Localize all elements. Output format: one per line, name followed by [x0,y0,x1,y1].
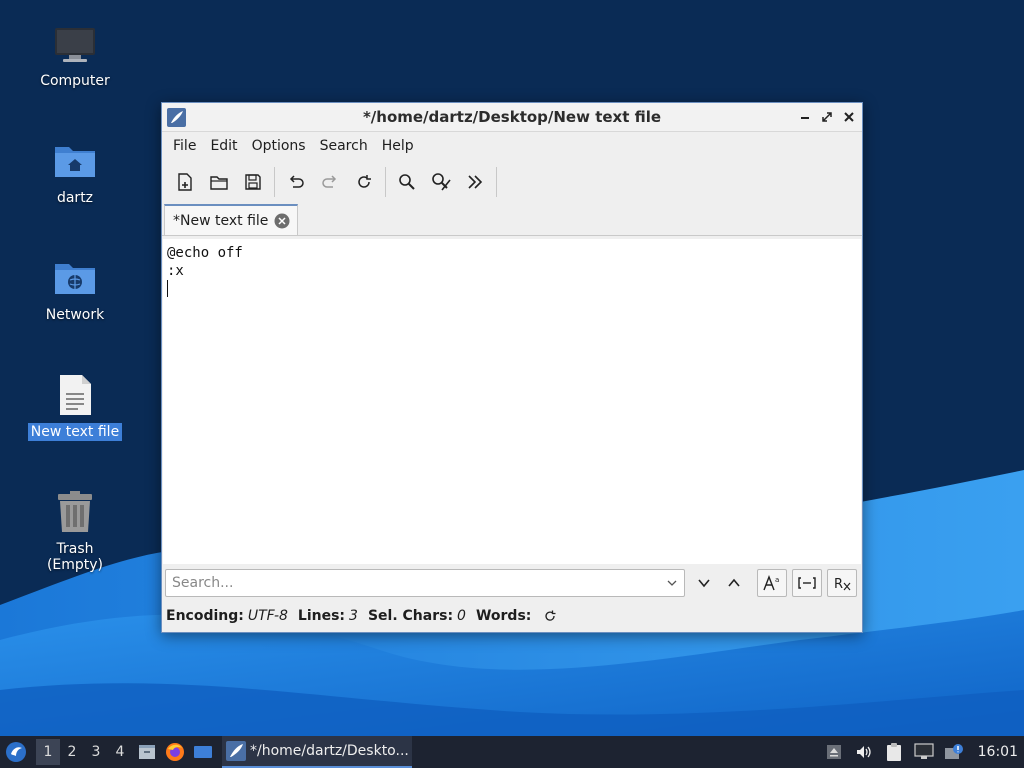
save-icon[interactable] [236,165,270,199]
find-icon[interactable] [390,165,424,199]
featherpad-app-icon [167,108,186,127]
text-editor-window: */home/dartz/Desktop/New text file File … [161,102,863,633]
system-tray: 16:01 [816,736,1024,768]
editor-line: @echo off [167,245,243,261]
desktop-icon-label: dartz [56,190,94,206]
new-document-icon[interactable] [168,165,202,199]
workspace-1[interactable]: 1 [36,739,60,765]
menu-edit[interactable]: Edit [203,134,244,158]
more-icon[interactable] [458,165,492,199]
toolbar-separator [496,167,497,197]
home-folder-icon [51,137,99,185]
match-case-icon[interactable]: a [757,569,787,597]
network-folder-icon [51,254,99,302]
workspace-4[interactable]: 4 [108,744,132,760]
toolbar-separator [274,167,275,197]
menu-bar: File Edit Options Search Help [162,132,862,160]
undo-icon[interactable] [279,165,313,199]
search-combobox[interactable] [165,569,685,597]
updates-icon[interactable] [942,740,966,764]
open-folder-icon[interactable] [202,165,236,199]
reload-icon[interactable] [347,165,381,199]
desktop-icon-home[interactable]: dartz [25,137,125,207]
close-tab-icon[interactable] [274,213,290,229]
minimize-icon[interactable] [796,108,814,126]
lines-value: 3 [349,608,358,624]
network-status-icon[interactable] [912,740,936,764]
editor-line-current [167,280,857,298]
tab-label: *New text file [173,212,269,229]
desktop-icon-label: Computer [40,73,110,89]
search-bar: a R [165,568,859,598]
editor-line: :x [167,263,184,279]
clock[interactable]: 16:01 [978,744,1018,760]
chevron-down-icon[interactable] [666,577,678,589]
workspace-3[interactable]: 3 [84,744,108,760]
sel-chars-value: 0 [457,608,466,624]
window-title: */home/dartz/Desktop/New text file [362,108,662,126]
desktop-icon-label: New text file [27,423,123,441]
text-cursor [167,280,168,297]
desktop-icon-new-text-file[interactable]: New text file [25,371,125,441]
maximize-icon[interactable] [818,108,836,126]
firefox-icon[interactable] [162,739,188,765]
menu-help[interactable]: Help [375,134,421,158]
desktop-icon-computer[interactable]: Computer [25,20,125,90]
desktop-show-icon[interactable] [190,739,216,765]
tab-new-text-file[interactable]: *New text file [164,204,299,235]
desktop-icon-trash[interactable]: Trash (Empty) [25,488,125,574]
taskbar: 1 2 3 4 */home/dartz/Deskto... 16:01 [0,736,1024,768]
desktop-icon-label: Trash (Empty) [46,541,104,573]
status-bar: Encoding: UTF-8 Lines: 3 Sel. Chars: 0 W… [166,605,557,627]
file-manager-icon[interactable] [134,739,160,765]
toolbar-separator [385,167,386,197]
close-icon[interactable] [840,108,858,126]
text-file-icon [51,371,99,419]
volume-icon[interactable] [852,740,876,764]
menu-options[interactable]: Options [245,134,313,158]
find-previous-icon[interactable] [719,569,749,597]
start-menu-icon[interactable] [2,738,30,766]
svg-text:a: a [775,576,779,584]
text-editor-area[interactable]: @echo off :x [163,239,861,564]
clipboard-icon[interactable] [882,740,906,764]
whole-word-icon[interactable] [792,569,822,597]
encoding-value[interactable]: UTF-8 [248,608,288,624]
regex-icon[interactable]: R [827,569,857,597]
redo-icon[interactable] [313,165,347,199]
taskbar-window-title: */home/dartz/Deskto... [250,743,409,759]
workspace-2[interactable]: 2 [60,744,84,760]
menu-file[interactable]: File [166,134,203,158]
featherpad-task-icon [226,741,246,761]
monitor-icon [51,20,99,68]
lines-key: Lines: [297,608,346,624]
desktop-icon-network[interactable]: Network [25,254,125,324]
trash-icon [51,488,99,536]
eject-icon[interactable] [822,740,846,764]
sel-chars-key: Sel. Chars: [367,608,454,624]
tab-bar: *New text file [162,204,862,236]
search-input[interactable] [172,575,652,591]
svg-text:R: R [834,577,843,592]
encoding-key: Encoding: [166,608,244,624]
menu-search[interactable]: Search [313,134,375,158]
refresh-word-count-icon[interactable] [543,609,557,623]
taskbar-window-button[interactable]: */home/dartz/Deskto... [222,736,412,768]
replace-icon[interactable] [424,165,458,199]
desktop-icon-label: Network [45,307,105,323]
words-key: Words: [475,608,532,624]
title-bar[interactable]: */home/dartz/Desktop/New text file [162,103,862,132]
find-next-icon[interactable] [689,569,719,597]
toolbar [162,160,862,204]
